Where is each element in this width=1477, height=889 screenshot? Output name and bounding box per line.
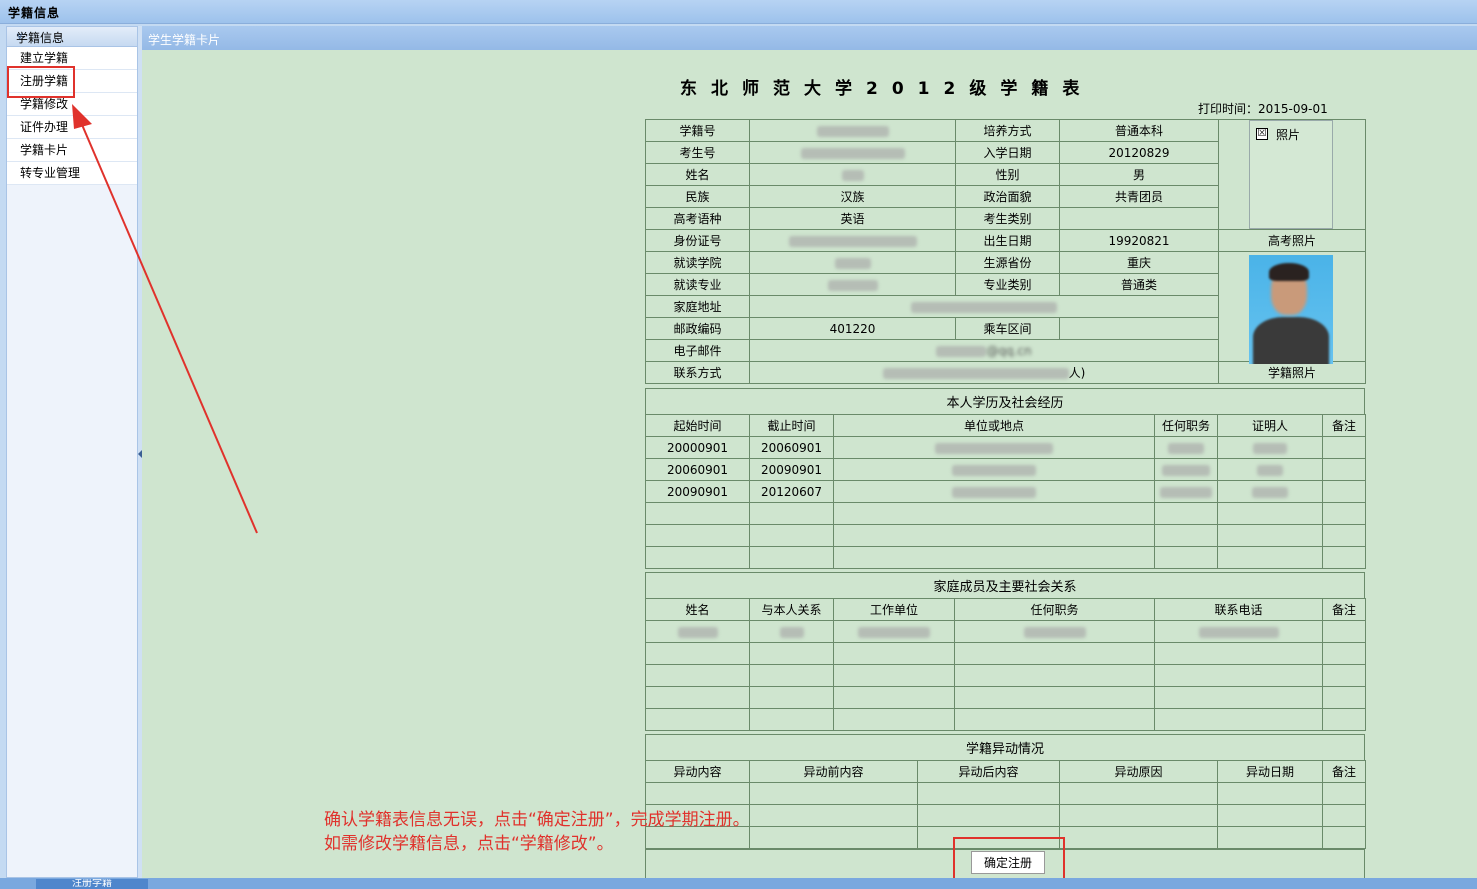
annotation-arrow (72, 104, 258, 534)
taskbar-tab-register[interactable]: 注册学籍 (36, 879, 148, 889)
status-bar: 注册学籍 (0, 878, 1477, 889)
